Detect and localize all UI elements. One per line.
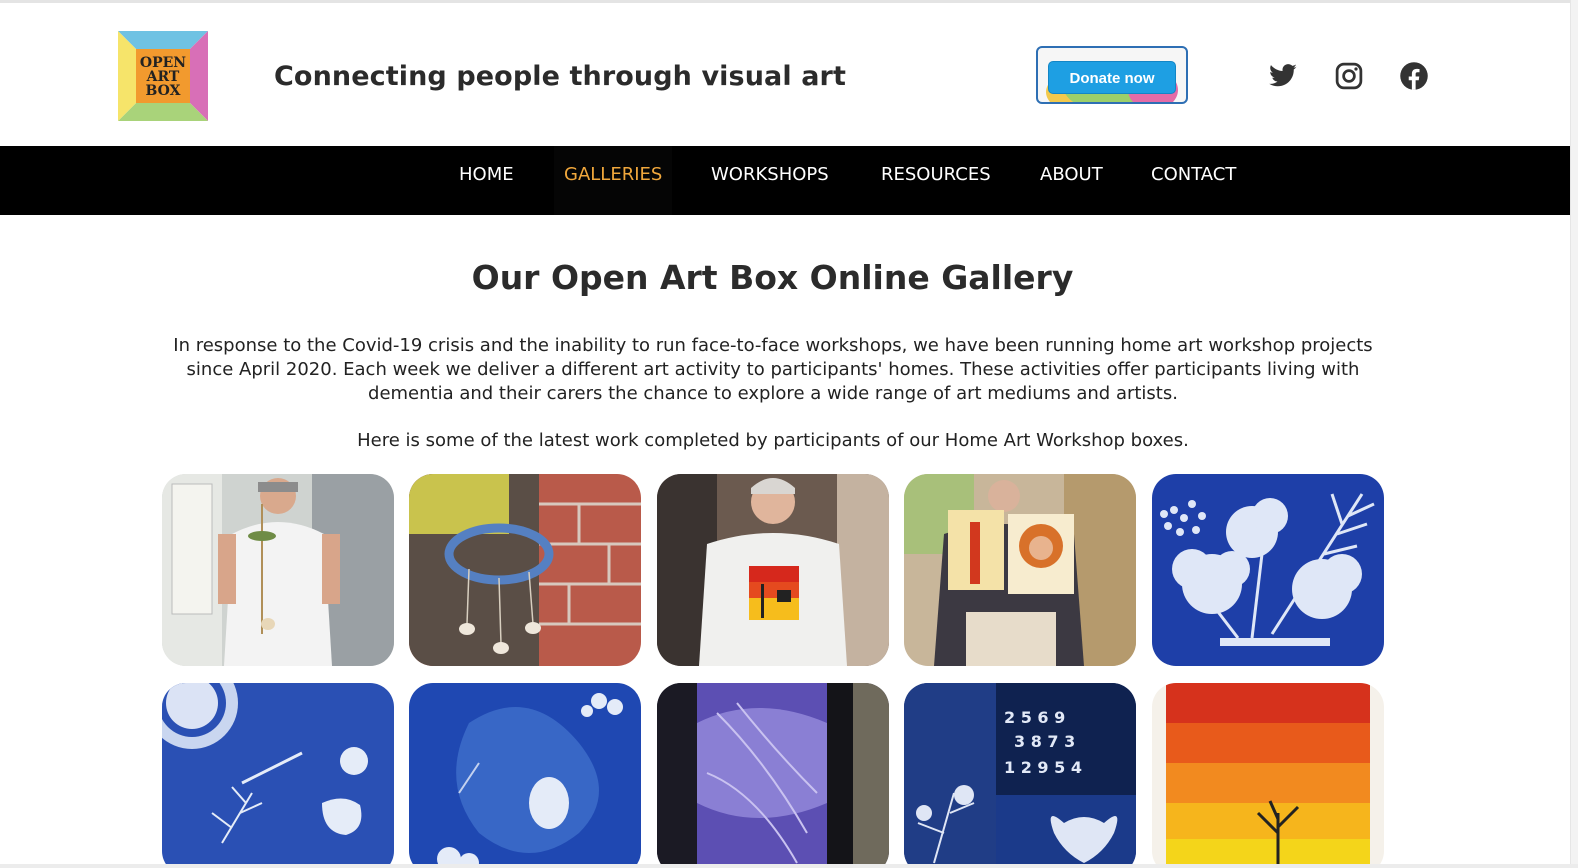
site-tagline: Connecting people through visual art xyxy=(274,61,846,92)
svg-text:2 5 6 9: 2 5 6 9 xyxy=(1004,708,1065,727)
nav-item-about[interactable]: ABOUT xyxy=(1040,146,1103,215)
gallery-image-cyanotype-flowers[interactable] xyxy=(1152,474,1384,666)
nav-item-resources[interactable]: RESOURCES xyxy=(881,146,991,215)
svg-text:3 8 7 3: 3 8 7 3 xyxy=(1014,732,1075,751)
page-title: Our Open Art Box Online Gallery xyxy=(471,258,1074,297)
nav-item-galleries[interactable]: GALLERIES xyxy=(554,146,673,215)
window-bottom-border xyxy=(0,864,1578,868)
gallery-image-cyanotype-lace[interactable] xyxy=(162,683,394,868)
scrollbar-track[interactable] xyxy=(1570,0,1578,868)
donate-banner[interactable]: Donate now xyxy=(1036,46,1188,104)
nav-item-home[interactable]: HOME xyxy=(459,146,514,215)
svg-text:1 2 9 5 4: 1 2 9 5 4 xyxy=(1004,758,1082,777)
nav-item-contact[interactable]: CONTACT xyxy=(1151,146,1236,215)
gallery-image-dream-catcher[interactable] xyxy=(409,474,641,666)
nav-item-workshops[interactable]: WORKSHOPS xyxy=(711,146,829,215)
gallery-image-wind-chime-person[interactable] xyxy=(162,474,394,666)
gallery-image-cyanotype-numbers[interactable]: 2 5 6 9 3 8 7 3 1 2 9 5 4 xyxy=(904,683,1136,868)
logo-line-3: BOX xyxy=(146,83,181,99)
main-navigation: HOME GALLERIES WORKSHOPS RESOURCES ABOUT… xyxy=(0,146,1570,215)
site-header: OPEN ART BOX Connecting people through v… xyxy=(0,3,1570,146)
gallery-image-sunset-tree-painting[interactable] xyxy=(1152,683,1384,868)
intro-paragraph: In response to the Covid-19 crisis and t… xyxy=(173,335,1373,404)
instagram-icon[interactable] xyxy=(1334,61,1364,91)
gallery-image-purple-feathers[interactable] xyxy=(657,683,889,868)
gallery-image-paintings-man[interactable] xyxy=(904,474,1136,666)
facebook-icon[interactable] xyxy=(1399,61,1429,91)
gallery-image-sunset-painting-person[interactable] xyxy=(657,474,889,666)
donate-button[interactable]: Donate now xyxy=(1048,61,1176,94)
latest-work-text: Here is some of the latest work complete… xyxy=(357,430,1189,451)
twitter-icon[interactable] xyxy=(1268,61,1298,91)
gallery-image-cyanotype-drop[interactable] xyxy=(409,683,641,868)
open-art-box-logo[interactable]: OPEN ART BOX xyxy=(118,31,208,121)
